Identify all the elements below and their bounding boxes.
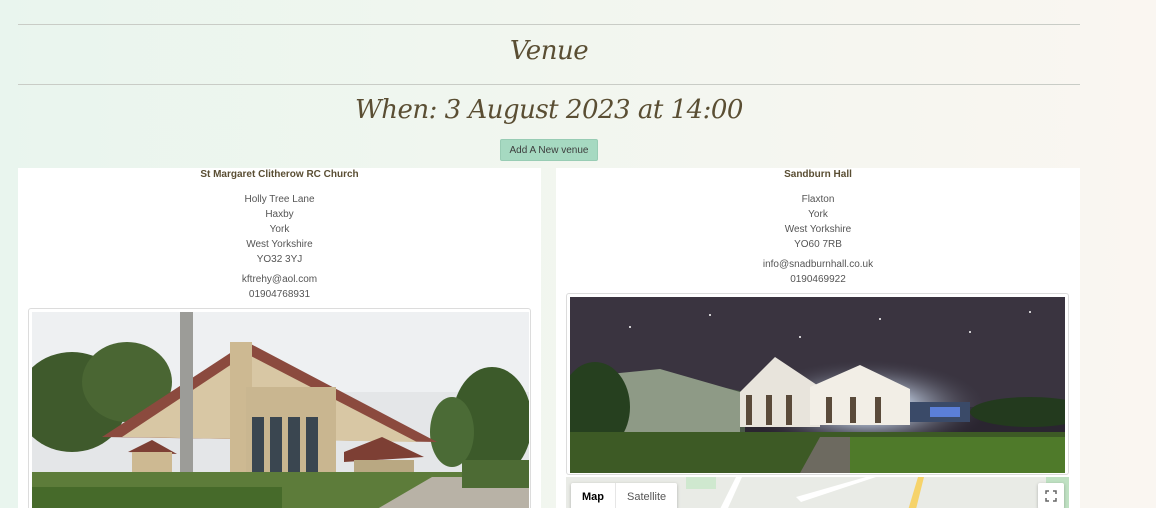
address-line: YO32 3YJ: [256, 254, 303, 265]
map-type-tabs: Map Satellite: [571, 483, 678, 508]
venue-photo: [566, 293, 1069, 475]
address-line: West Yorkshire: [246, 239, 313, 250]
hall-photo: [570, 297, 1065, 473]
address-line: Haxby: [265, 209, 294, 220]
fullscreen-button[interactable]: [1038, 483, 1064, 508]
tab-map[interactable]: Map: [571, 483, 615, 508]
address-line: Holly Tree Lane: [244, 194, 315, 205]
venue-email: kftrehy@aol.com: [241, 274, 318, 285]
address-line: York: [269, 224, 290, 235]
address-line: York: [808, 209, 828, 220]
fullscreen-icon: [1045, 490, 1057, 502]
venue-photo: [28, 308, 531, 508]
church-photo: [32, 312, 529, 508]
venue-contact: kftrehy@aol.com 01904768931: [18, 272, 541, 302]
venue-email: info@snadburnhall.co.uk: [762, 259, 874, 270]
add-venue-button[interactable]: Add A New venue: [500, 139, 598, 161]
venue-phone: 01904768931: [248, 289, 311, 300]
divider-middle: [18, 84, 1080, 85]
venue-map[interactable]: Map Satellite: [566, 477, 1069, 508]
divider-top: [18, 24, 1080, 25]
venue-phone: 0190469922: [790, 274, 846, 285]
address-line: West Yorkshire: [784, 224, 852, 235]
event-date-heading: When: 3 August 2023 at 14:00: [355, 95, 743, 125]
venue-address: Holly Tree Lane Haxby York West Yorkshir…: [18, 192, 541, 267]
venue-name: Sandburn Hall: [784, 169, 852, 180]
venue-card: Sandburn Hall Flaxton York West Yorkshir…: [556, 168, 1080, 508]
venue-name: St Margaret Clitherow RC Church: [200, 169, 359, 180]
venue-page: Venue When: 3 August 2023 at 14:00 Add A…: [18, 0, 1080, 508]
tab-satellite[interactable]: Satellite: [615, 483, 677, 508]
venue-contact: info@snadburnhall.co.uk 0190469922: [556, 257, 1080, 287]
venue-address: Flaxton York West Yorkshire YO60 7RB: [556, 192, 1080, 252]
address-line: YO60 7RB: [794, 239, 842, 250]
venue-card: St Margaret Clitherow RC Church Holly Tr…: [18, 168, 541, 508]
page-title: Venue: [509, 36, 589, 66]
address-line: Flaxton: [801, 194, 835, 205]
